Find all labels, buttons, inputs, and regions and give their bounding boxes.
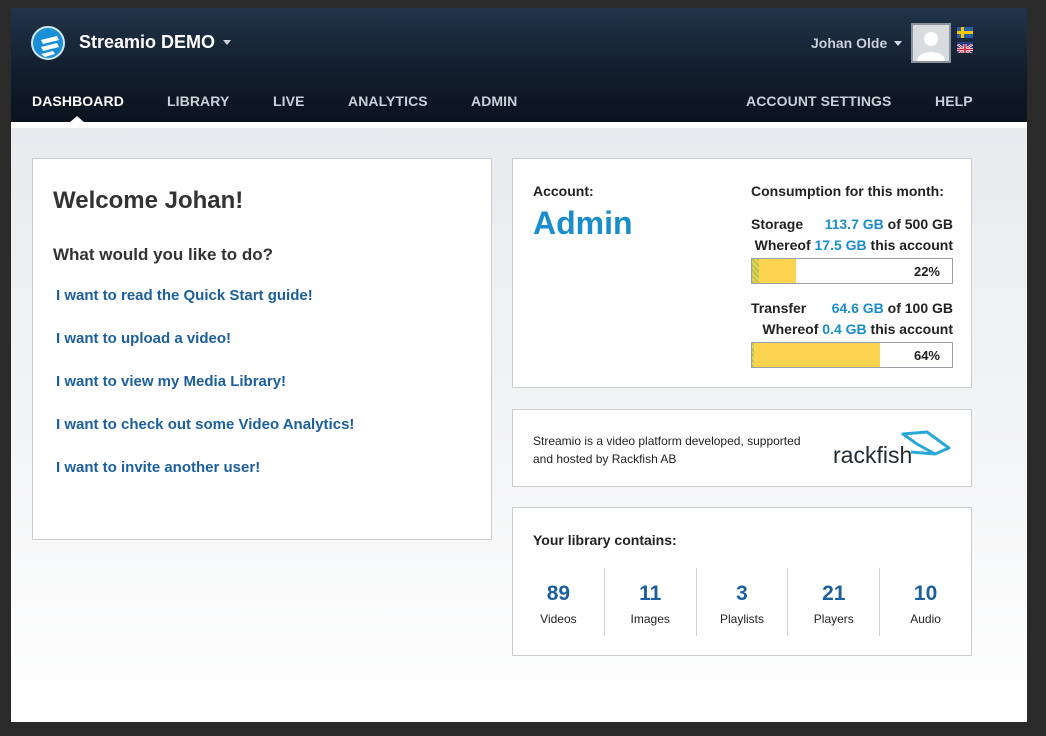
user-menu[interactable]: Johan Olde <box>811 35 903 51</box>
stat-value: 11 <box>639 582 662 605</box>
stat-audio[interactable]: 10 Audio <box>879 568 971 636</box>
transfer-progress-bar: 64% <box>751 342 953 368</box>
nav-live[interactable]: LIVE <box>273 93 305 109</box>
uk-flag-icon[interactable] <box>957 42 973 53</box>
storage-total: of 500 GB <box>887 216 953 232</box>
link-invite-user[interactable]: I want to invite another user! <box>56 459 260 476</box>
stat-label: Images <box>630 612 670 626</box>
stat-value: 89 <box>546 582 571 605</box>
transfer-total: of 100 GB <box>887 300 953 316</box>
stat-images[interactable]: 11 Images <box>603 568 696 636</box>
link-video-analytics[interactable]: I want to check out some Video Analytics… <box>56 416 354 433</box>
top-header: Streamio DEMO Johan Olde DASHBOARD LIBRA… <box>11 8 1027 123</box>
welcome-title: Welcome Johan! <box>53 187 244 214</box>
welcome-question: What would you like to do? <box>53 245 274 264</box>
nav-analytics[interactable]: ANALYTICS <box>348 93 428 109</box>
transfer-usage: 64.6 GB of 100 GB <box>832 300 953 316</box>
transfer-used: 64.6 GB <box>831 300 884 316</box>
header-divider <box>11 122 1027 128</box>
avatar[interactable] <box>911 23 951 63</box>
library-title: Your library contains: <box>533 532 677 548</box>
storage-account-fill <box>752 259 759 283</box>
transfer-row: Transfer <box>751 300 806 316</box>
transfer-label: Transfer <box>751 300 807 316</box>
nav-account-settings[interactable]: ACCOUNT SETTINGS <box>746 93 892 109</box>
nav-library[interactable]: LIBRARY <box>167 93 229 109</box>
storage-percent: 22% <box>913 264 940 279</box>
storage-whereof-suffix: this account <box>870 237 953 253</box>
sweden-flag-icon[interactable] <box>957 27 973 38</box>
storage-whereof-label: Whereof <box>754 237 811 253</box>
transfer-percent: 64% <box>913 348 940 363</box>
app-title: Streamio DEMO <box>79 32 216 52</box>
link-media-library[interactable]: I want to view my Media Library! <box>56 373 286 390</box>
transfer-account-fill <box>752 343 754 367</box>
stat-playlists[interactable]: 3 Playlists <box>695 568 788 636</box>
link-upload-video[interactable]: I want to upload a video! <box>56 330 231 347</box>
chevron-down-icon <box>223 40 232 45</box>
storage-whereof: Whereof 17.5 GB this account <box>755 237 953 253</box>
library-stats: 89 Videos 11 Images 3 Playlists 21 Playe… <box>513 568 971 636</box>
storage-usage: 113.7 GB of 500 GB <box>825 216 953 232</box>
storage-used: 113.7 GB <box>824 216 884 232</box>
link-quick-start[interactable]: I want to read the Quick Start guide! <box>56 287 313 304</box>
transfer-whereof: Whereof 0.4 GB this account <box>762 321 953 337</box>
stat-label: Playlists <box>719 612 764 626</box>
library-panel: Your library contains: 89 Videos 11 Imag… <box>512 507 972 656</box>
account-panel: Account: Admin Consumption for this mont… <box>512 158 972 388</box>
account-role: Admin <box>533 205 633 241</box>
stat-value: 10 <box>913 582 938 605</box>
stat-label: Videos <box>540 612 577 626</box>
welcome-panel: Welcome Johan! What would you like to do… <box>32 158 492 540</box>
rackfish-logo[interactable]: rackfish <box>831 430 953 475</box>
transfer-progress-fill <box>752 343 880 367</box>
stat-players[interactable]: 21 Players <box>787 568 879 636</box>
storage-progress-bar: 22% <box>751 258 953 284</box>
transfer-whereof-label: Whereof <box>762 321 819 337</box>
about-panel: Streamio is a video platform developed, … <box>512 409 972 487</box>
stat-value: 3 <box>736 582 748 605</box>
stat-value: 21 <box>822 582 846 605</box>
stat-label: Players <box>813 612 854 626</box>
nav-help[interactable]: HELP <box>935 93 973 109</box>
about-text: Streamio is a video platform developed, … <box>533 434 801 466</box>
chevron-down-icon <box>894 40 903 46</box>
rackfish-logo-text: rackfish <box>833 442 912 468</box>
storage-whereof-value: 17.5 GB <box>814 237 867 253</box>
nav-admin[interactable]: ADMIN <box>471 93 517 109</box>
nav-dashboard[interactable]: DASHBOARD <box>32 93 124 109</box>
user-name: Johan Olde <box>811 35 888 51</box>
consumption-title: Consumption for this month: <box>751 183 944 199</box>
account-label: Account: <box>533 183 594 199</box>
transfer-whereof-suffix: this account <box>870 321 953 337</box>
stat-label: Audio <box>910 612 941 626</box>
app-switcher[interactable]: Streamio DEMO <box>79 32 232 53</box>
streamio-logo-icon[interactable] <box>31 26 65 60</box>
app-frame: Streamio DEMO Johan Olde DASHBOARD LIBRA… <box>11 8 1027 722</box>
storage-label: Storage <box>751 216 804 232</box>
stat-videos[interactable]: 89 Videos <box>513 568 604 636</box>
transfer-whereof-value: 0.4 GB <box>822 321 867 337</box>
storage-row: Storage <box>751 216 803 232</box>
